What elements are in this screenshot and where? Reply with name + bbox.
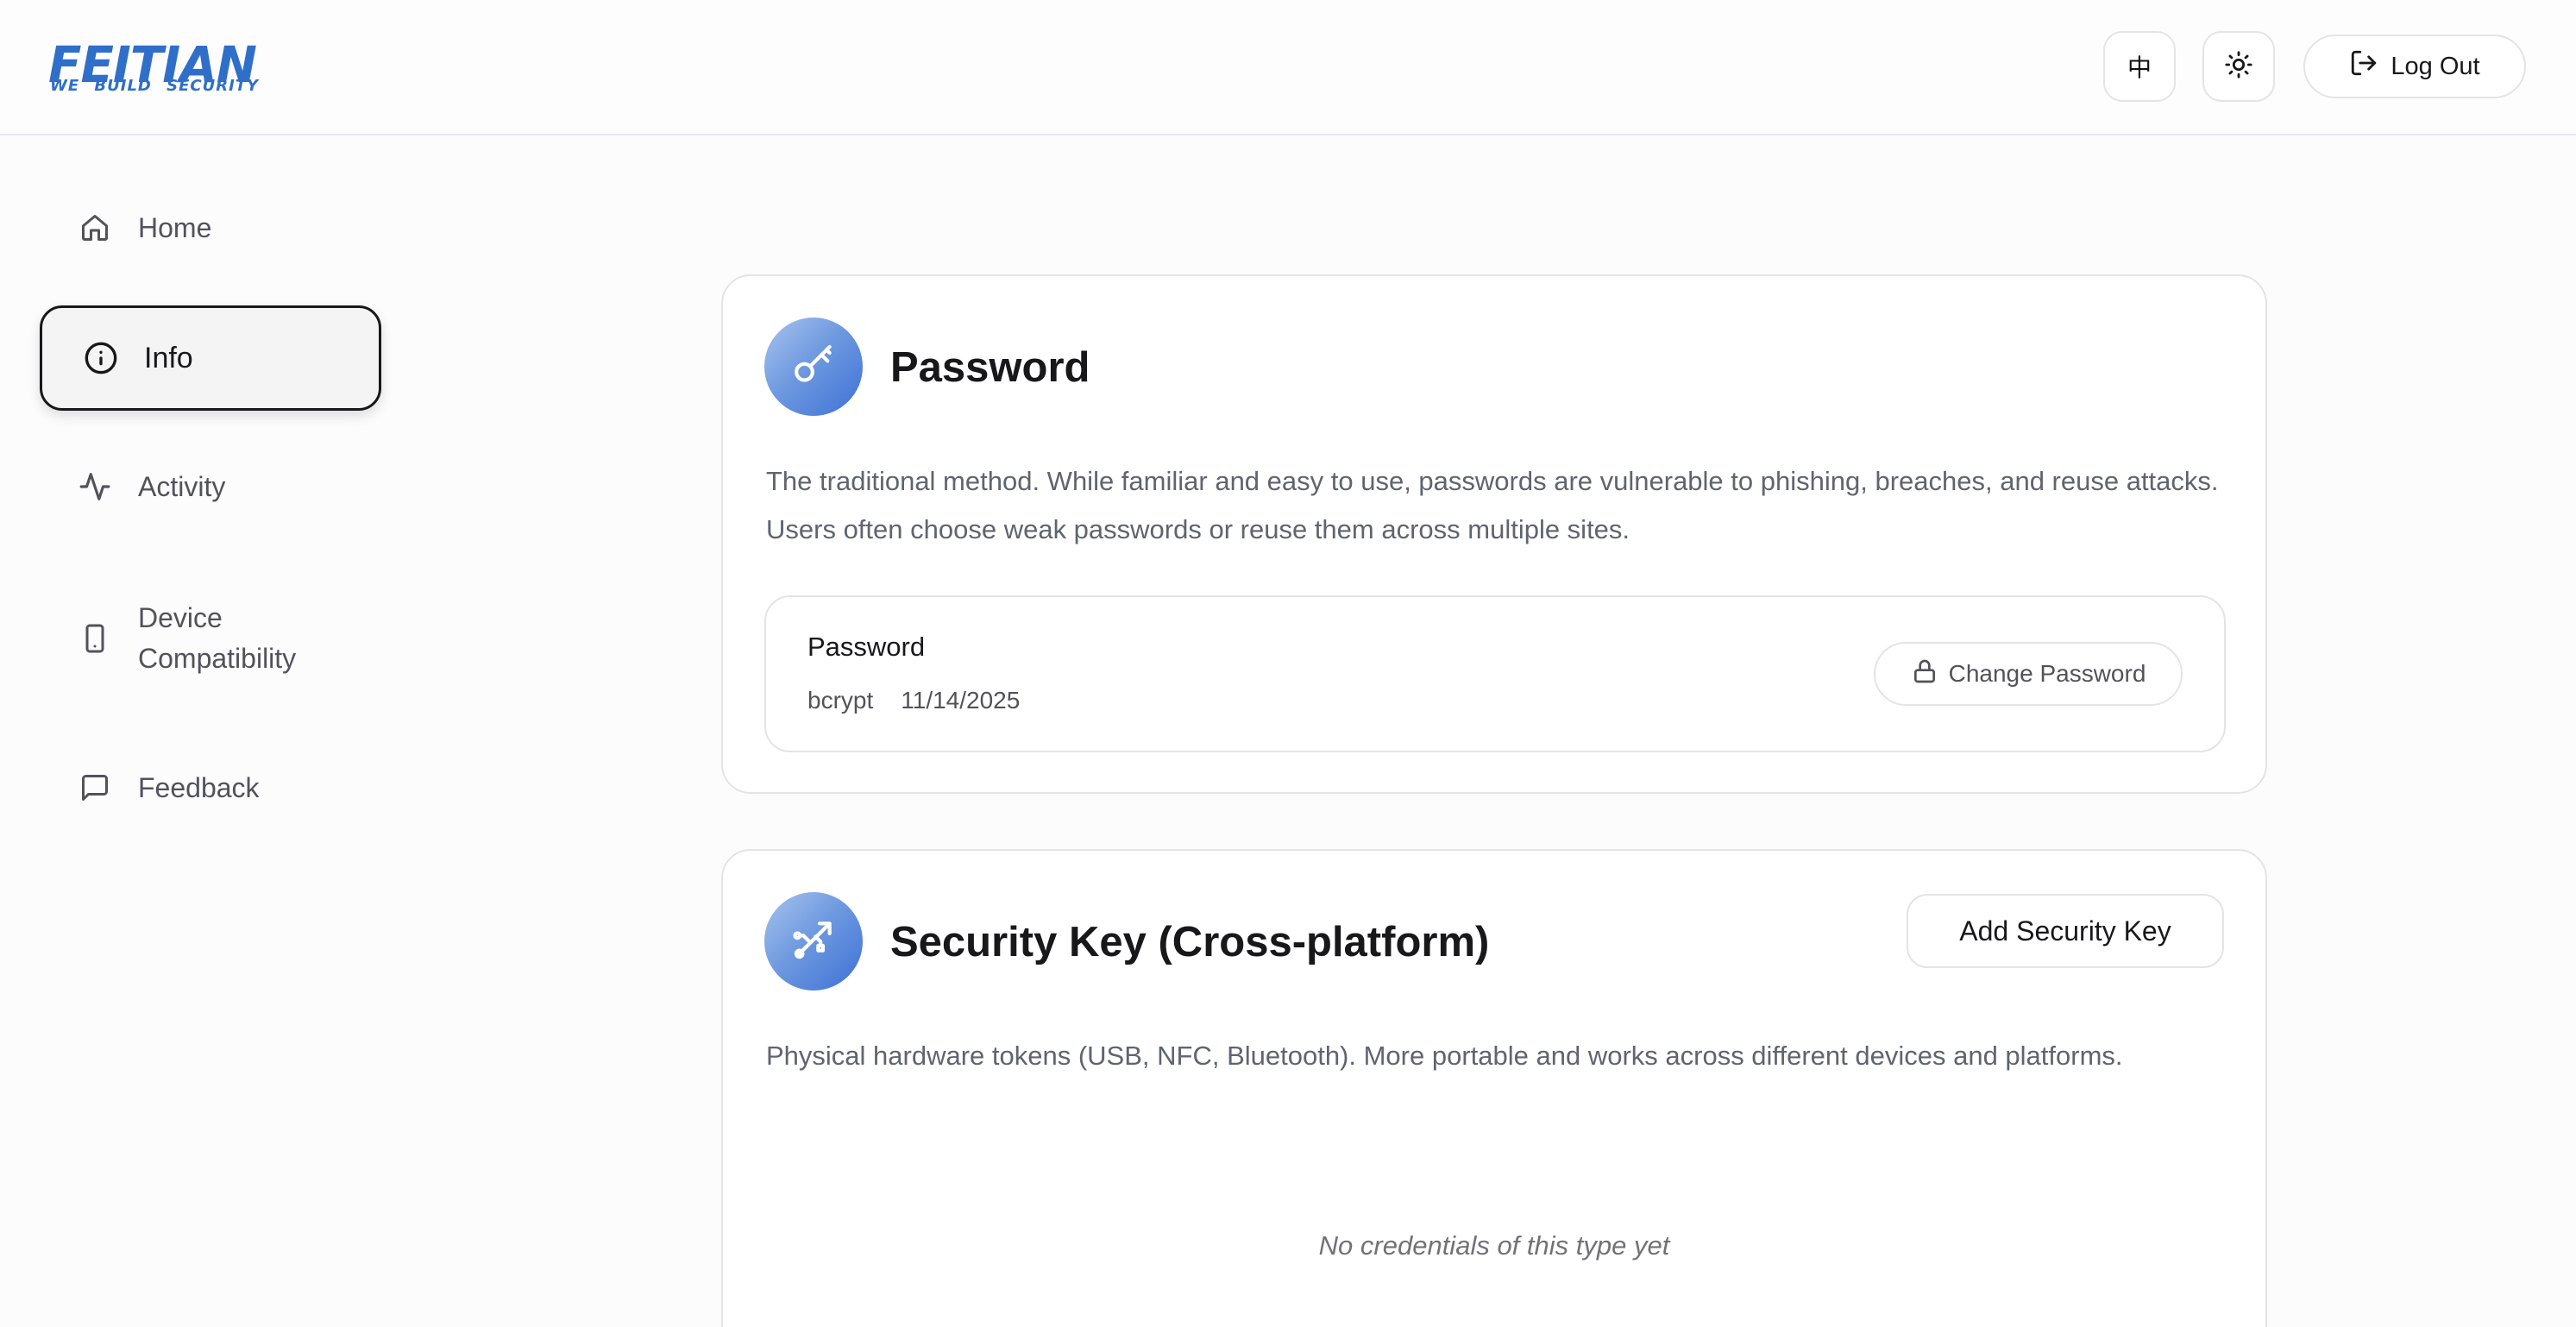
sidebar-item-home[interactable]: Home bbox=[40, 193, 381, 262]
sidebar-item-label: Device Compatibility bbox=[138, 598, 296, 679]
empty-credentials-message: No credentials of this type yet bbox=[1318, 1230, 1670, 1261]
home-icon bbox=[78, 211, 112, 245]
sidebar-item-info[interactable]: Info bbox=[40, 305, 381, 411]
password-card: Password The traditional method. While f… bbox=[721, 274, 2267, 794]
sidebar-item-label: Activity bbox=[138, 470, 226, 502]
credential-date: 11/14/2025 bbox=[901, 687, 1021, 714]
key-icon bbox=[789, 341, 838, 393]
language-label: 中 bbox=[2127, 53, 2152, 82]
security-key-card-description: Physical hardware tokens (USB, NFC, Blue… bbox=[766, 1041, 2123, 1071]
top-header: FEITIAN WE BUILD SECURITY 中 Log Out bbox=[0, 0, 2576, 135]
theme-toggle-button[interactable] bbox=[2202, 31, 2275, 102]
change-password-button[interactable]: Change Password bbox=[1874, 642, 2183, 706]
security-key-badge bbox=[764, 892, 863, 991]
usb-icon bbox=[789, 915, 838, 968]
security-key-card: Security Key (Cross-platform) Add Securi… bbox=[721, 849, 2267, 1327]
log-out-button[interactable]: Log Out bbox=[2303, 35, 2526, 98]
info-icon bbox=[84, 341, 118, 375]
sidebar-item-label: Home bbox=[138, 211, 212, 243]
sun-icon bbox=[2224, 50, 2253, 84]
password-credential-row: Password bcrypt 11/14/2025 Change Passwo… bbox=[764, 595, 2226, 752]
log-out-icon bbox=[2349, 48, 2378, 85]
credential-algorithm: bcrypt bbox=[807, 687, 874, 714]
password-badge bbox=[764, 318, 863, 416]
feitian-logo[interactable]: FEITIAN WE BUILD SECURITY bbox=[48, 38, 264, 97]
password-card-description: The traditional method. While familiar a… bbox=[766, 466, 2219, 544]
add-security-key-button[interactable]: Add Security Key bbox=[1907, 894, 2224, 968]
lock-icon bbox=[1911, 657, 1938, 691]
log-out-label: Log Out bbox=[2391, 52, 2480, 80]
security-key-card-title: Security Key (Cross-platform) bbox=[890, 919, 1490, 965]
sidebar-item-device-compatibility[interactable]: Device Compatibility bbox=[40, 595, 381, 682]
change-password-label: Change Password bbox=[1948, 660, 2146, 687]
activity-icon bbox=[78, 469, 112, 504]
credential-name: Password bbox=[807, 632, 926, 662]
language-toggle-button[interactable]: 中 bbox=[2103, 31, 2176, 102]
password-card-title: Password bbox=[890, 344, 1090, 391]
sidebar-item-feedback[interactable]: Feedback bbox=[40, 753, 381, 822]
sidebar-item-label-line2: Compatibility bbox=[138, 643, 297, 674]
smartphone-icon bbox=[78, 621, 112, 656]
logo-tagline: WE BUILD SECURITY bbox=[50, 77, 260, 95]
sidebar-item-label: Feedback bbox=[138, 771, 260, 803]
sidebar-item-label: Info bbox=[144, 341, 193, 374]
sidebar-item-activity[interactable]: Activity bbox=[40, 452, 381, 521]
sidebar-item-label-line1: Device bbox=[138, 602, 223, 633]
credential-meta: bcrypt 11/14/2025 bbox=[807, 687, 1020, 714]
message-square-icon bbox=[78, 770, 112, 805]
